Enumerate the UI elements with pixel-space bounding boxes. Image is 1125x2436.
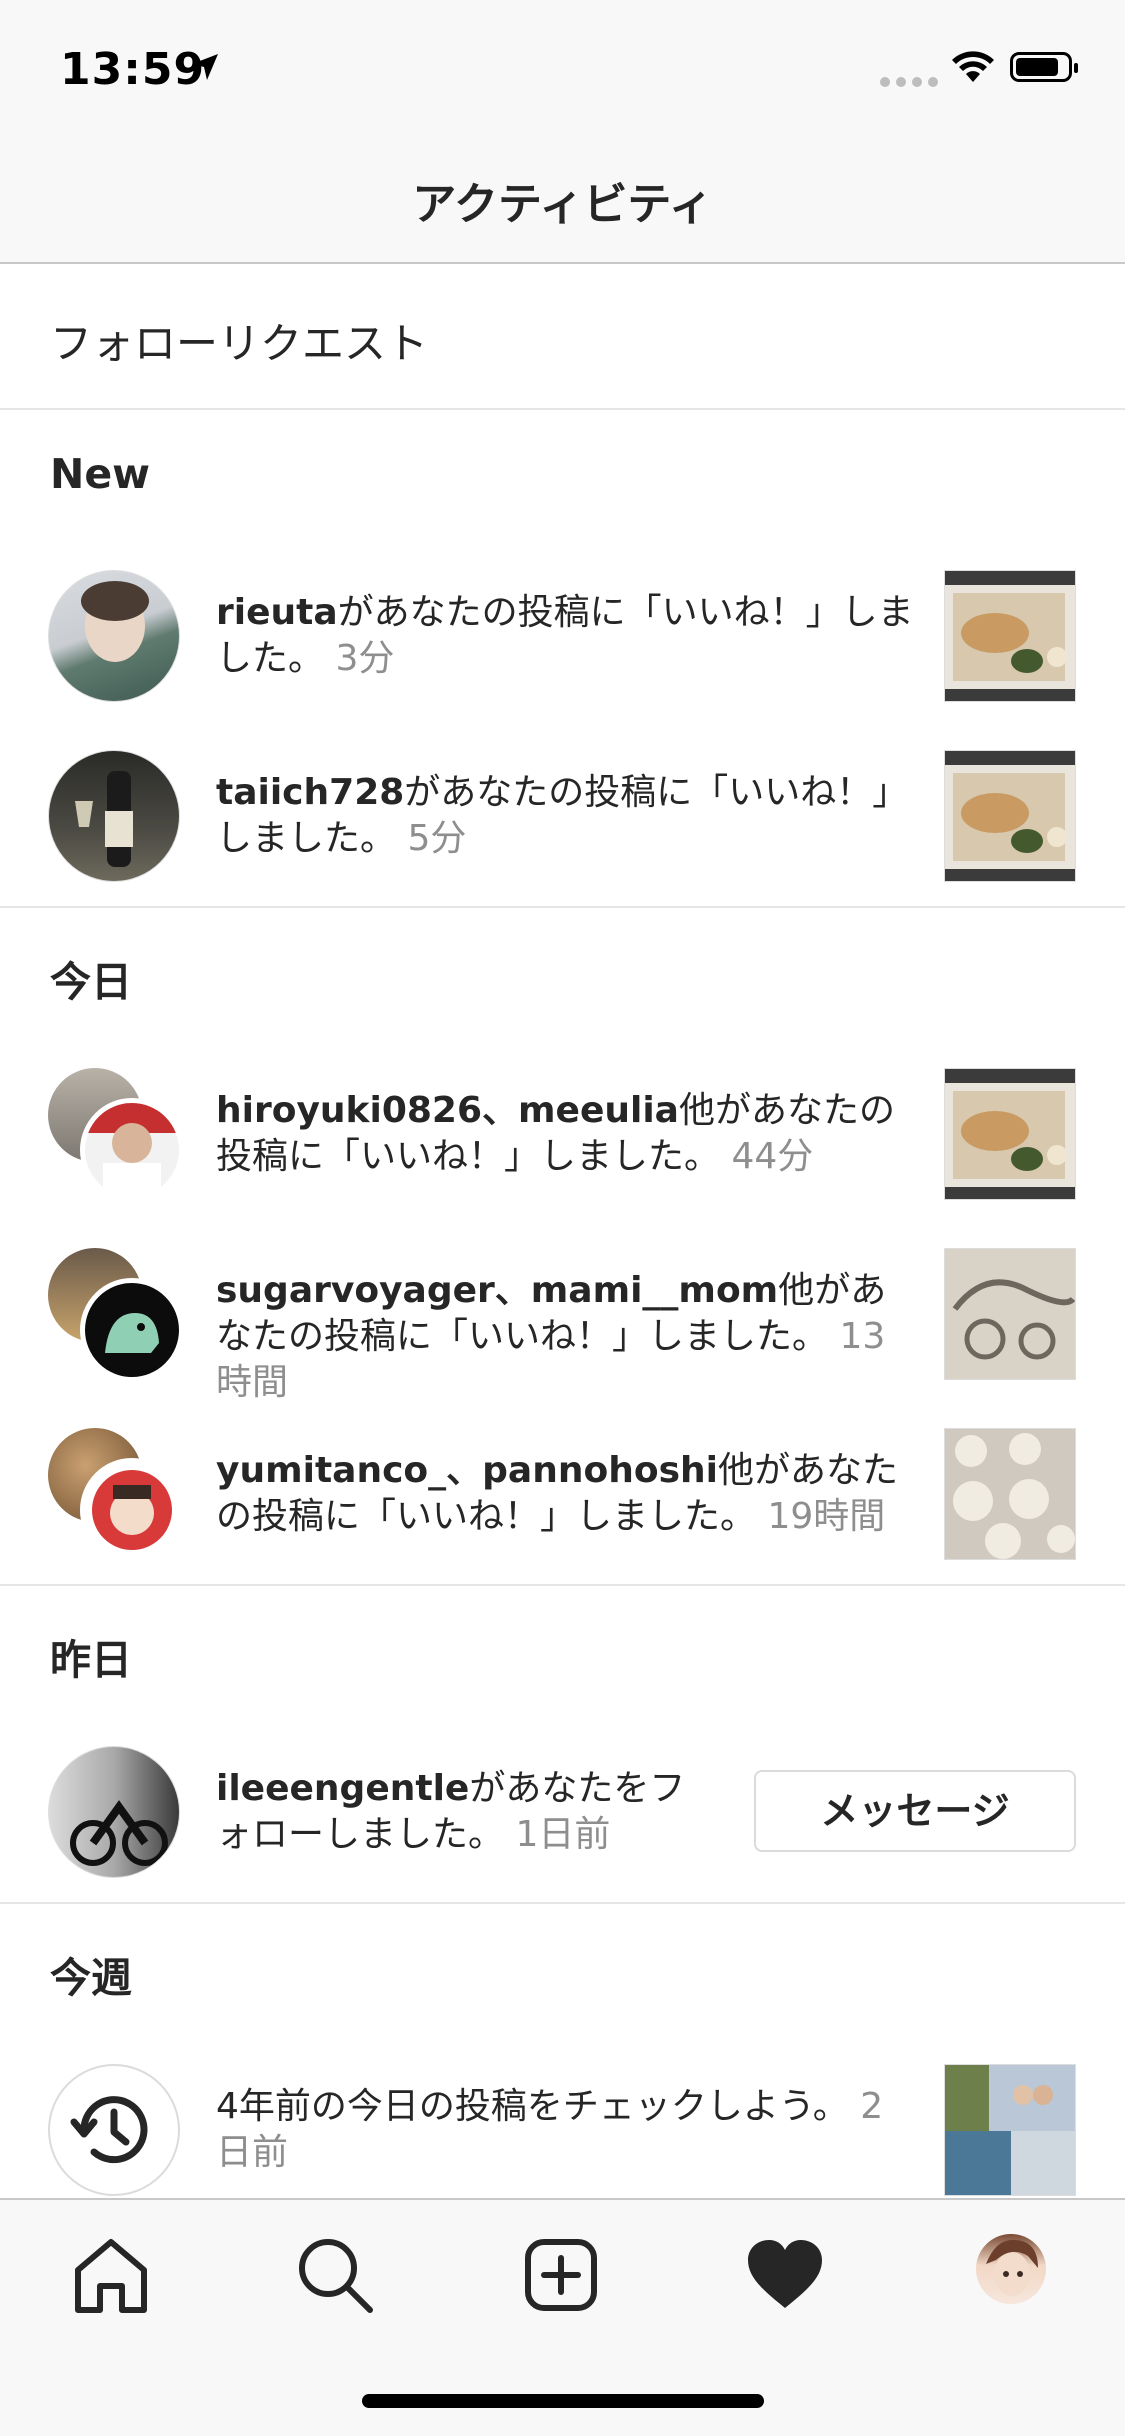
activity-username[interactable]: taiich728 bbox=[216, 772, 404, 813]
activity-item[interactable]: 4年前の今日の投稿をチェックしよう。 2日前 bbox=[0, 2064, 1125, 2196]
new-post-icon[interactable] bbox=[516, 2230, 606, 2320]
avatar[interactable] bbox=[80, 1458, 184, 1562]
battery-icon bbox=[1010, 52, 1078, 82]
section-header-yesterday: 昨日 bbox=[50, 1636, 132, 1684]
activity-time: 5分 bbox=[407, 818, 467, 859]
avatar[interactable] bbox=[48, 750, 180, 882]
memory-avatar[interactable] bbox=[48, 2064, 180, 2196]
activity-username[interactable]: rieuta bbox=[216, 592, 338, 633]
page-title: アクティビティ bbox=[412, 179, 713, 230]
post-thumbnail[interactable] bbox=[944, 2064, 1076, 2196]
follow-requests-row[interactable]: フォローリクエスト bbox=[0, 264, 1125, 410]
status-bar: 13:59 bbox=[0, 0, 1125, 130]
status-time: 13:59 bbox=[60, 44, 206, 95]
activity-username[interactable]: hiroyuki0826、meeulia bbox=[216, 1090, 679, 1131]
avatar[interactable] bbox=[80, 1098, 184, 1202]
home-indicator[interactable] bbox=[362, 2394, 764, 2408]
activity-item[interactable]: hiroyuki0826、meeulia他があなたの投稿に「いいね！」しました。… bbox=[0, 1068, 1125, 1202]
section-header-today: 今日 bbox=[50, 958, 132, 1006]
profile-avatar[interactable] bbox=[976, 2234, 1046, 2304]
heart-icon[interactable] bbox=[740, 2230, 830, 2320]
post-thumbnail[interactable] bbox=[944, 1248, 1076, 1380]
history-icon bbox=[70, 2096, 148, 2164]
activity-time: 19時間 bbox=[767, 1496, 886, 1537]
activity-item[interactable]: sugarvoyager、mami__mom他があなたの投稿に「いいね！」しまし… bbox=[0, 1248, 1125, 1403]
activity-item[interactable]: ileeengentleがあなたをフォローしました。 1日前 メッセージ bbox=[0, 1746, 1125, 1878]
avatar[interactable] bbox=[48, 1746, 180, 1878]
activity-time: 44分 bbox=[731, 1136, 814, 1177]
post-thumbnail[interactable] bbox=[944, 570, 1076, 702]
activity-time: 1日前 bbox=[515, 1814, 611, 1855]
avatar[interactable] bbox=[80, 1278, 184, 1382]
nav-bar: アクティビティ bbox=[0, 130, 1125, 264]
location-arrow-icon bbox=[192, 54, 218, 80]
section-divider bbox=[0, 1584, 1125, 1586]
follow-requests-label: フォローリクエスト bbox=[50, 319, 429, 368]
search-icon[interactable] bbox=[290, 2230, 380, 2320]
cellular-signal-icon bbox=[880, 72, 944, 91]
section-divider bbox=[0, 1902, 1125, 1904]
activity-username[interactable]: ileeengentle bbox=[216, 1768, 469, 1809]
section-header-this-week: 今週 bbox=[50, 1954, 132, 2002]
activity-item[interactable]: rieutaがあなたの投稿に「いいね！」しました。 3分 bbox=[0, 570, 1125, 702]
activity-time: 3分 bbox=[335, 638, 395, 679]
post-thumbnail[interactable] bbox=[944, 1068, 1076, 1200]
activity-item[interactable]: taiich728があなたの投稿に「いいね！」しました。 5分 bbox=[0, 750, 1125, 882]
post-thumbnail[interactable] bbox=[944, 1428, 1076, 1560]
section-header-new: New bbox=[50, 450, 150, 498]
section-divider bbox=[0, 906, 1125, 908]
wifi-icon bbox=[952, 51, 994, 82]
activity-text: 4年前の今日の投稿をチェックしよう。 bbox=[216, 2086, 849, 2127]
home-icon[interactable] bbox=[66, 2230, 156, 2320]
message-button[interactable]: メッセージ bbox=[754, 1770, 1076, 1852]
activity-username[interactable]: yumitanco_、pannohoshi bbox=[216, 1450, 718, 1491]
avatar[interactable] bbox=[48, 570, 180, 702]
activity-item[interactable]: yumitanco_、pannohoshi他があなたの投稿に「いいね！」しました… bbox=[0, 1428, 1125, 1562]
activity-username[interactable]: sugarvoyager、mami__mom bbox=[216, 1270, 778, 1311]
post-thumbnail[interactable] bbox=[944, 750, 1076, 882]
